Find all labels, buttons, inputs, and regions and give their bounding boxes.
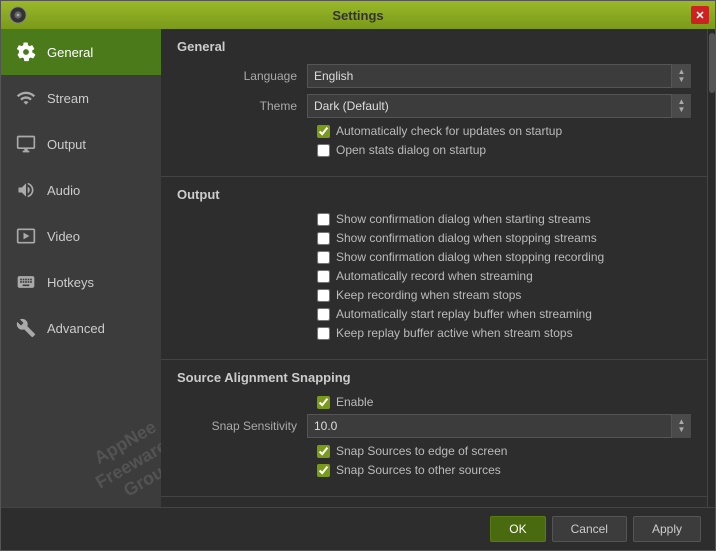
snapping-section-title: Source Alignment Snapping	[177, 370, 691, 385]
sidebar-stream-label: Stream	[47, 91, 89, 106]
sidebar-item-general[interactable]: General	[1, 29, 161, 75]
advanced-icon	[15, 317, 37, 339]
panel-with-scroll: General Language English German French	[161, 29, 715, 507]
snap-other-checkbox[interactable]	[317, 464, 330, 477]
theme-row: Theme Dark (Default) System Default ▲ ▼	[177, 94, 691, 118]
language-row: Language English German French ▲	[177, 64, 691, 88]
general-section: General Language English German French	[161, 29, 707, 177]
enable-snap-checkbox[interactable]	[317, 396, 330, 409]
ok-button[interactable]: OK	[490, 516, 545, 542]
spin-down[interactable]: ▼	[678, 426, 686, 434]
sensitivity-spinner: ▲ ▼	[307, 414, 691, 438]
sidebar-item-hotkeys[interactable]: Hotkeys	[1, 259, 161, 305]
output-checkbox-2[interactable]	[317, 251, 330, 264]
output-label-3: Automatically record when streaming	[336, 269, 533, 283]
output-opt-0: Show confirmation dialog when starting s…	[177, 212, 691, 226]
footer: OK Cancel Apply	[1, 507, 715, 550]
gear-icon	[15, 41, 37, 63]
main-panel: General Language English German French	[161, 29, 707, 507]
sidebar: General Stream Output	[1, 29, 161, 507]
app-logo	[9, 6, 27, 24]
language-label: Language	[177, 69, 307, 83]
scrollbar-track[interactable]	[707, 29, 715, 507]
main-content: General Stream Output	[1, 29, 715, 507]
check-updates-row: Automatically check for updates on start…	[177, 124, 691, 138]
sensitivity-arrows: ▲ ▼	[671, 414, 691, 438]
keyboard-icon	[15, 271, 37, 293]
theme-select-wrapper: Dark (Default) System Default ▲ ▼	[307, 94, 691, 118]
output-section: Output Show confirmation dialog when sta…	[161, 177, 707, 360]
sensitivity-control: ▲ ▼	[307, 414, 691, 438]
output-checkbox-1[interactable]	[317, 232, 330, 245]
check-updates-checkbox[interactable]	[317, 125, 330, 138]
output-label-0: Show confirmation dialog when starting s…	[336, 212, 591, 226]
output-checkbox-4[interactable]	[317, 289, 330, 302]
enable-snap-row: Enable	[177, 395, 691, 409]
check-updates-label: Automatically check for updates on start…	[336, 124, 562, 138]
theme-label: Theme	[177, 99, 307, 113]
output-label-4: Keep recording when stream stops	[336, 288, 521, 302]
theme-control: Dark (Default) System Default ▲ ▼	[307, 94, 691, 118]
audio-icon	[15, 179, 37, 201]
output-checkbox-6[interactable]	[317, 327, 330, 340]
apply-button[interactable]: Apply	[633, 516, 701, 542]
sidebar-hotkeys-label: Hotkeys	[47, 275, 94, 290]
sidebar-output-label: Output	[47, 137, 86, 152]
language-control: English German French ▲ ▼	[307, 64, 691, 88]
settings-window: Settings ✕ General Stream	[0, 0, 716, 551]
video-icon	[15, 225, 37, 247]
output-opt-4: Keep recording when stream stops	[177, 288, 691, 302]
sensitivity-label: Snap Sensitivity	[177, 419, 307, 433]
sidebar-video-label: Video	[47, 229, 80, 244]
sidebar-item-video[interactable]: Video	[1, 213, 161, 259]
output-label-1: Show confirmation dialog when stopping s…	[336, 231, 597, 245]
close-button[interactable]: ✕	[691, 6, 709, 24]
snap-edge-row: Snap Sources to edge of screen	[177, 444, 691, 458]
open-stats-checkbox[interactable]	[317, 144, 330, 157]
general-section-title: General	[177, 39, 691, 54]
snap-edge-checkbox[interactable]	[317, 445, 330, 458]
output-opt-2: Show confirmation dialog when stopping r…	[177, 250, 691, 264]
scrollbar-thumb[interactable]	[709, 33, 715, 93]
snapping-section: Source Alignment Snapping Enable Snap Se…	[161, 360, 707, 497]
output-label-6: Keep replay buffer active when stream st…	[336, 326, 573, 340]
output-opt-1: Show confirmation dialog when stopping s…	[177, 231, 691, 245]
snap-edge-label: Snap Sources to edge of screen	[336, 444, 507, 458]
open-stats-label: Open stats dialog on startup	[336, 143, 486, 157]
output-checkbox-0[interactable]	[317, 213, 330, 226]
output-opt-3: Automatically record when streaming	[177, 269, 691, 283]
output-section-title: Output	[177, 187, 691, 202]
output-opt-5: Automatically start replay buffer when s…	[177, 307, 691, 321]
sidebar-item-advanced[interactable]: Advanced	[1, 305, 161, 351]
output-icon	[15, 133, 37, 155]
enable-snap-label: Enable	[336, 395, 373, 409]
cancel-button[interactable]: Cancel	[552, 516, 627, 542]
output-opt-6: Keep replay buffer active when stream st…	[177, 326, 691, 340]
sensitivity-row: Snap Sensitivity ▲ ▼	[177, 414, 691, 438]
titlebar: Settings ✕	[1, 1, 715, 29]
sidebar-audio-label: Audio	[47, 183, 80, 198]
theme-select[interactable]: Dark (Default) System Default	[307, 94, 691, 118]
sidebar-item-audio[interactable]: Audio	[1, 167, 161, 213]
language-select[interactable]: English German French	[307, 64, 691, 88]
sidebar-advanced-label: Advanced	[47, 321, 105, 336]
watermark: AppNeeFreewareGroup.	[1, 387, 161, 507]
output-checkbox-3[interactable]	[317, 270, 330, 283]
sensitivity-input[interactable]	[307, 414, 691, 438]
stream-icon	[15, 87, 37, 109]
output-label-5: Automatically start replay buffer when s…	[336, 307, 592, 321]
language-select-wrapper: English German French ▲ ▼	[307, 64, 691, 88]
window-title: Settings	[332, 8, 383, 23]
sidebar-item-stream[interactable]: Stream	[1, 75, 161, 121]
snap-other-row: Snap Sources to other sources	[177, 463, 691, 477]
snap-other-label: Snap Sources to other sources	[336, 463, 501, 477]
open-stats-row: Open stats dialog on startup	[177, 143, 691, 157]
sidebar-item-output[interactable]: Output	[1, 121, 161, 167]
output-checkbox-5[interactable]	[317, 308, 330, 321]
sidebar-general-label: General	[47, 45, 93, 60]
output-label-2: Show confirmation dialog when stopping r…	[336, 250, 604, 264]
